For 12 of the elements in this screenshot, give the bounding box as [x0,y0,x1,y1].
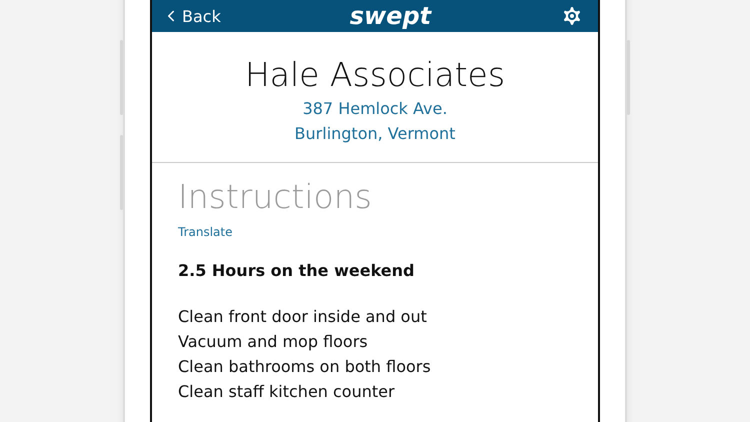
address-line[interactable]: Burlington, Vermont [294,121,456,146]
task-line: Clean bathrooms on both floors [178,356,431,378]
client-name: Hale Associates [244,54,506,96]
instructions-heading: 2.5 Hours on the weekend [178,261,414,280]
app-logo: swept [350,1,432,31]
task-line: Clean staff kitchen counter [178,381,396,403]
section-title: Instructions [178,177,372,217]
task-line: Clean front door inside and out [178,306,428,328]
translate-link[interactable]: Translate [178,225,232,239]
task-line: Vacuum and mop floors [178,331,369,353]
address-line[interactable]: 387 Hemlock Ave. [302,96,448,121]
back-link[interactable]: Back [162,6,221,26]
